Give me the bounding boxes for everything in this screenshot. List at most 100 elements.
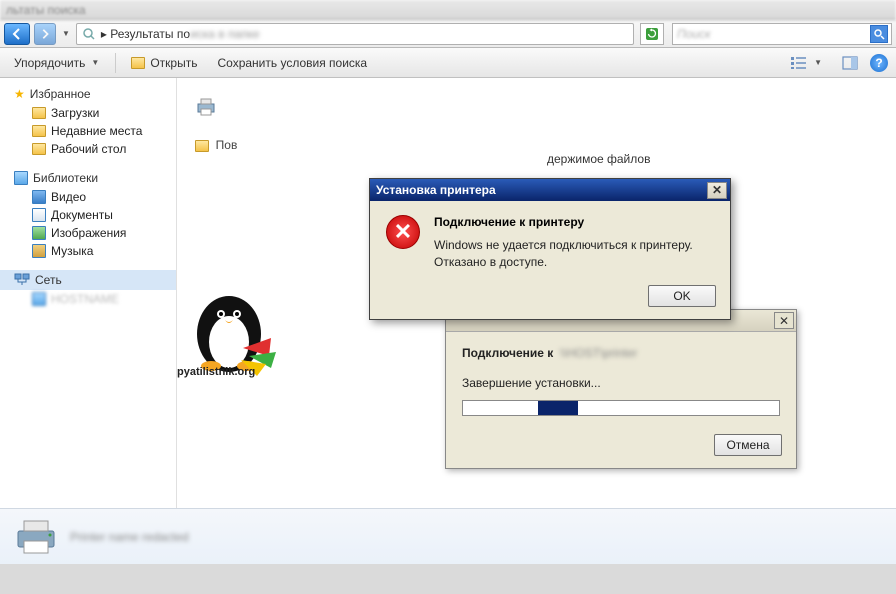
back-button[interactable] — [4, 23, 30, 45]
search-placeholder: Поиск — [677, 27, 711, 41]
search-button[interactable] — [870, 25, 888, 43]
details-text-blurred: Printer name redacted — [70, 530, 189, 544]
sidebar-item-label: Видео — [51, 190, 86, 204]
connect-label: Подключение к — [462, 346, 553, 360]
cancel-label: Отмена — [726, 438, 769, 452]
search-hint-fragment: держимое файлов — [547, 152, 650, 166]
sidebar-favorites-header[interactable]: ★ Избранное — [0, 84, 176, 104]
arrow-right-icon — [39, 28, 51, 40]
content-area: Пов держимое файлов pyatilistnik.org ✕ П… — [177, 78, 896, 508]
navigation-pane: ★ Избранное Загрузки Недавние места Рабоч… — [0, 78, 177, 508]
error-message-1: Windows не удается подключиться к принте… — [434, 237, 693, 254]
close-icon: ✕ — [712, 183, 722, 197]
sidebar-item-network[interactable]: Сеть — [0, 270, 176, 290]
refresh-icon — [644, 26, 660, 42]
error-heading: Подключение к принтеру — [434, 215, 693, 229]
help-icon: ? — [875, 56, 882, 70]
partial-text: Пов — [216, 138, 238, 152]
folder-icon — [32, 125, 46, 137]
sidebar-item-recent[interactable]: Недавние места — [0, 122, 176, 140]
navigation-bar: ▼ ▸ Результаты по иска в папке Поиск — [0, 20, 896, 48]
watermark-text: pyatilistnik.org — [177, 366, 255, 378]
breadcrumb-text: Результаты по — [110, 27, 190, 41]
sidebar-item-label: HOSTNAME — [51, 292, 119, 306]
printer-icon — [195, 98, 217, 116]
window-titlebar: льтаты поиска — [0, 0, 896, 20]
open-label: Открыть — [150, 56, 197, 70]
sidebar-item-pictures[interactable]: Изображения — [0, 224, 176, 242]
computer-icon — [32, 292, 46, 306]
favorites-label: Избранное — [30, 87, 91, 101]
sidebar-item-label: Музыка — [51, 244, 93, 258]
sidebar-item-music[interactable]: Музыка — [0, 242, 176, 260]
view-icon — [790, 55, 808, 71]
sidebar-item-label: Недавние места — [51, 124, 142, 138]
folder-icon — [32, 107, 46, 119]
magnifier-icon — [873, 28, 885, 40]
sidebar-item-documents[interactable]: Документы — [0, 206, 176, 224]
sidebar-item-network-host[interactable]: HOSTNAME — [0, 290, 176, 308]
folder-icon — [32, 143, 46, 155]
save-search-label: Сохранить условия поиска — [217, 56, 367, 70]
watermark-logo — [181, 278, 281, 378]
printer-large-icon — [14, 519, 58, 555]
breadcrumb-blurred: иска в папке — [190, 27, 260, 41]
music-icon — [32, 244, 46, 258]
chevron-down-icon: ▼ — [89, 58, 101, 67]
folder-icon — [195, 140, 209, 152]
close-button[interactable]: ✕ — [707, 182, 727, 199]
address-bar[interactable]: ▸ Результаты по иска в папке — [76, 23, 634, 45]
sidebar-item-video[interactable]: Видео — [0, 188, 176, 206]
result-item-partial: Пов — [195, 138, 237, 152]
sidebar-item-downloads[interactable]: Загрузки — [0, 104, 176, 122]
sidebar-item-label: Рабочий стол — [51, 142, 126, 156]
separator — [115, 53, 116, 73]
save-search-button[interactable]: Сохранить условия поиска — [211, 53, 373, 73]
command-bar: Упорядочить ▼ Открыть Сохранить условия … — [0, 48, 896, 78]
open-button[interactable]: Открыть — [124, 52, 203, 74]
refresh-button[interactable] — [640, 23, 664, 45]
help-button[interactable]: ? — [870, 54, 888, 72]
close-icon: ✕ — [779, 314, 789, 328]
window-title: льтаты поиска — [6, 3, 86, 17]
open-icon — [130, 55, 146, 71]
pictures-icon — [32, 226, 46, 240]
error-dialog: Установка принтера ✕ ✕ Подключение к при… — [369, 178, 731, 320]
error-titlebar[interactable]: Установка принтера ✕ — [370, 179, 730, 201]
history-dropdown[interactable]: ▼ — [60, 29, 72, 38]
sidebar-item-desktop[interactable]: Рабочий стол — [0, 140, 176, 158]
bottom-strip — [0, 564, 896, 594]
result-item[interactable] — [195, 98, 217, 116]
organize-label: Упорядочить — [14, 56, 85, 70]
network-icon — [14, 273, 30, 287]
sidebar-item-label: Изображения — [51, 226, 126, 240]
organize-menu[interactable]: Упорядочить ▼ — [8, 53, 107, 73]
breadcrumb-sep: ▸ — [101, 27, 107, 41]
progress-target: Подключение к \\HOST\printer — [462, 346, 780, 360]
progress-bar — [462, 400, 780, 416]
network-label: Сеть — [35, 273, 62, 287]
details-pane: Printer name redacted — [0, 508, 896, 564]
video-icon — [32, 190, 46, 204]
search-input[interactable]: Поиск — [672, 23, 892, 45]
error-message-2: Отказано в доступе. — [434, 254, 693, 271]
star-icon: ★ — [14, 87, 25, 101]
preview-pane-toggle[interactable] — [836, 52, 864, 74]
cancel-button[interactable]: Отмена — [714, 434, 782, 456]
close-button[interactable]: ✕ — [774, 312, 794, 329]
ok-label: OK — [673, 289, 690, 303]
libraries-label: Библиотеки — [33, 171, 98, 185]
forward-button[interactable] — [34, 23, 56, 45]
ok-button[interactable]: OK — [648, 285, 716, 307]
preview-pane-icon — [842, 55, 858, 71]
error-icon: ✕ — [386, 215, 420, 249]
chevron-down-icon: ▼ — [812, 58, 824, 67]
libraries-icon — [14, 171, 28, 185]
sidebar-item-label: Загрузки — [51, 106, 99, 120]
progress-status: Завершение установки... — [462, 376, 780, 390]
progress-fill — [538, 401, 578, 415]
sidebar-libraries-header[interactable]: Библиотеки — [0, 168, 176, 188]
sidebar-item-label: Документы — [51, 208, 113, 222]
view-options[interactable]: ▼ — [784, 52, 830, 74]
documents-icon — [32, 208, 46, 222]
